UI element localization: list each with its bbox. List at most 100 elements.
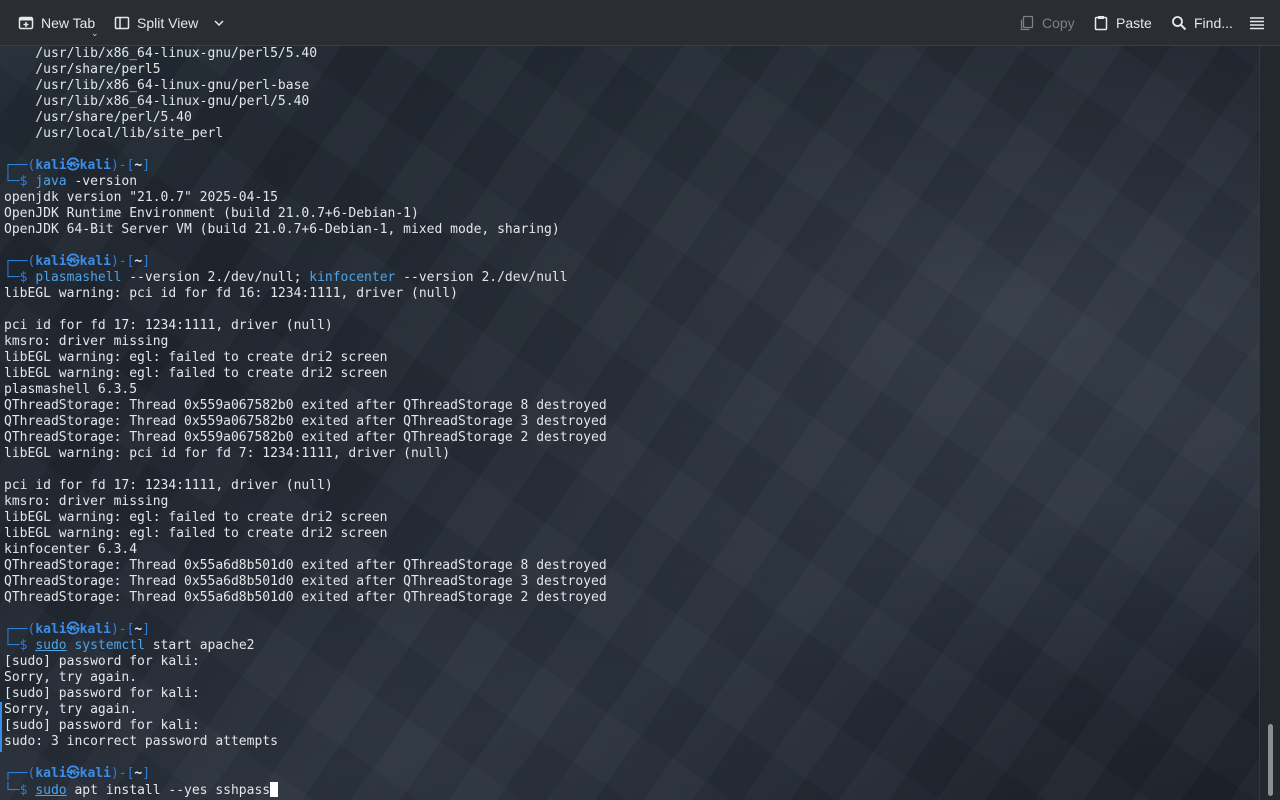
- output-line: [sudo] password for kali:: [4, 718, 200, 733]
- prompt-frame: )-[: [110, 158, 135, 173]
- new-tab-menu-caret-icon[interactable]: ⌄: [91, 28, 99, 39]
- hamburger-menu-button[interactable]: [1249, 0, 1265, 45]
- output-line: /usr/lib/x86_64-linux-gnu/perl-base: [4, 78, 310, 93]
- prompt-frame: ┌──(: [4, 158, 36, 173]
- split-view-button[interactable]: Split View: [114, 0, 225, 45]
- output-line: /usr/local/lib/site_perl: [4, 126, 224, 141]
- new-tab-button[interactable]: New Tab: [18, 0, 95, 45]
- prompt-line: ┌──(kali㉿kali)-[~]: [4, 158, 1254, 174]
- prompt-frame: └─: [4, 783, 20, 798]
- prompt-dollar: $: [19, 783, 36, 798]
- find-label: Find...: [1194, 14, 1233, 31]
- command-token: systemctl: [74, 638, 145, 653]
- command-line: └─$ sudo apt install --yes sshpass: [4, 782, 1254, 798]
- output-line: Sorry, try again.: [4, 702, 138, 717]
- prompt-user-host: kali㉿kali: [35, 158, 111, 173]
- search-icon: [1171, 15, 1187, 31]
- prompt-frame: ┌──(: [4, 254, 36, 269]
- prompt-frame: )-[: [110, 254, 135, 269]
- output-line: Sorry, try again.: [4, 670, 138, 685]
- paste-icon: [1093, 15, 1109, 31]
- prompt-frame: └─: [4, 638, 20, 653]
- prompt-frame: ]: [142, 254, 151, 269]
- prompt-frame: )-[: [110, 622, 135, 637]
- prompt-frame: ]: [142, 766, 151, 781]
- terminal-view[interactable]: /usr/lib/x86_64-linux-gnu/perl5/5.40 /us…: [0, 46, 1258, 800]
- command-token: --version: [121, 270, 208, 285]
- new-tab-label: New Tab: [41, 14, 96, 31]
- prompt-line: ┌──(kali㉿kali)-[~]: [4, 766, 1254, 782]
- output-line: sudo: 3 incorrect password attempts: [4, 734, 278, 749]
- terminal-output: /usr/lib/x86_64-linux-gnu/perl5/5.40 /us…: [4, 46, 1254, 798]
- split-view-icon: [114, 15, 130, 31]
- output-line: OpenJDK 64-Bit Server VM (build 21.0.7+6…: [4, 222, 560, 237]
- output-line: kinfocenter 6.3.4: [4, 542, 138, 557]
- prompt-frame: └─: [4, 270, 20, 285]
- output-line: libEGL warning: egl: failed to create dr…: [4, 526, 388, 541]
- output-line: libEGL warning: egl: failed to create dr…: [4, 366, 388, 381]
- command-line: └─$ plasmashell --version 2./dev/null; k…: [4, 270, 1254, 286]
- output-line: OpenJDK Runtime Environment (build 21.0.…: [4, 206, 419, 221]
- command-token: plasmashell: [35, 270, 122, 285]
- hamburger-menu-icon: [1249, 15, 1265, 31]
- prompt-line: ┌──(kali㉿kali)-[~]: [4, 254, 1254, 270]
- new-tab-icon: [18, 15, 34, 31]
- command-token: -version: [66, 174, 138, 189]
- output-line: libEGL warning: pci id for fd 7: 1234:11…: [4, 446, 451, 461]
- prompt-frame: ┌──(: [4, 622, 36, 637]
- split-view-label: Split View: [137, 14, 199, 31]
- prompt-dollar: $: [19, 638, 36, 653]
- prompt-frame: ]: [142, 622, 151, 637]
- terminal-scrollbar[interactable]: [1259, 46, 1280, 800]
- output-line: /usr/lib/x86_64-linux-gnu/perl5/5.40: [4, 46, 318, 61]
- output-line: /usr/lib/x86_64-linux-gnu/perl/5.40: [4, 94, 310, 109]
- find-button[interactable]: Find...: [1171, 0, 1233, 45]
- command-token: kinfocenter: [309, 270, 396, 285]
- prompt-user-host: kali㉿kali: [35, 254, 111, 269]
- prompt-dollar: $: [19, 174, 36, 189]
- output-line: [sudo] password for kali:: [4, 686, 200, 701]
- prompt-user-host: kali㉿kali: [35, 766, 111, 781]
- output-line: libEGL warning: pci id for fd 16: 1234:1…: [4, 286, 458, 301]
- prompt-frame: )-[: [110, 766, 135, 781]
- output-line: QThreadStorage: Thread 0x55a6d8b501d0 ex…: [4, 558, 607, 573]
- output-line: kmsro: driver missing: [4, 494, 169, 509]
- output-line: QThreadStorage: Thread 0x55a6d8b501d0 ex…: [4, 590, 607, 605]
- command-token: 2./dev/null;: [207, 270, 310, 285]
- command-line: └─$ sudo systemctl start apache2: [4, 638, 1254, 654]
- paste-button[interactable]: Paste: [1093, 0, 1152, 45]
- output-line: plasmashell 6.3.5: [4, 382, 138, 397]
- command-token: start apache2: [144, 638, 255, 653]
- command-token: apt install --yes sshpass: [66, 783, 271, 798]
- prompt-line: ┌──(kali㉿kali)-[~]: [4, 622, 1254, 638]
- text-cursor: [270, 782, 279, 797]
- scrollbar-thumb[interactable]: [1268, 724, 1273, 796]
- output-line: /usr/share/perl/5.40: [4, 110, 192, 125]
- output-line: QThreadStorage: Thread 0x559a067582b0 ex…: [4, 414, 607, 429]
- output-line: /usr/share/perl5: [4, 62, 161, 77]
- command-token: sudo: [35, 783, 67, 798]
- command-token: sudo: [35, 638, 67, 653]
- copy-button[interactable]: Copy: [1019, 0, 1075, 45]
- output-line: openjdk version "21.0.7" 2025-04-15: [4, 190, 278, 205]
- output-line: [sudo] password for kali:: [4, 654, 200, 669]
- output-line: pci id for fd 17: 1234:1111, driver (nul…: [4, 478, 333, 493]
- prompt-frame: ]: [142, 158, 151, 173]
- prompt-dollar: $: [19, 270, 36, 285]
- chevron-down-icon[interactable]: [213, 17, 225, 29]
- konsole-toolbar: New Tab ⌄ Split View Copy Paste Find...: [0, 0, 1280, 46]
- copy-label: Copy: [1042, 14, 1075, 31]
- prompt-frame: └─: [4, 174, 20, 189]
- command-token: java: [35, 174, 67, 189]
- prompt-frame: ┌──(: [4, 766, 36, 781]
- output-line: QThreadStorage: Thread 0x559a067582b0 ex…: [4, 398, 607, 413]
- output-line: QThreadStorage: Thread 0x559a067582b0 ex…: [4, 430, 607, 445]
- prompt-user-host: kali㉿kali: [35, 622, 111, 637]
- output-line: QThreadStorage: Thread 0x55a6d8b501d0 ex…: [4, 574, 607, 589]
- command-line: └─$ java -version: [4, 174, 1254, 190]
